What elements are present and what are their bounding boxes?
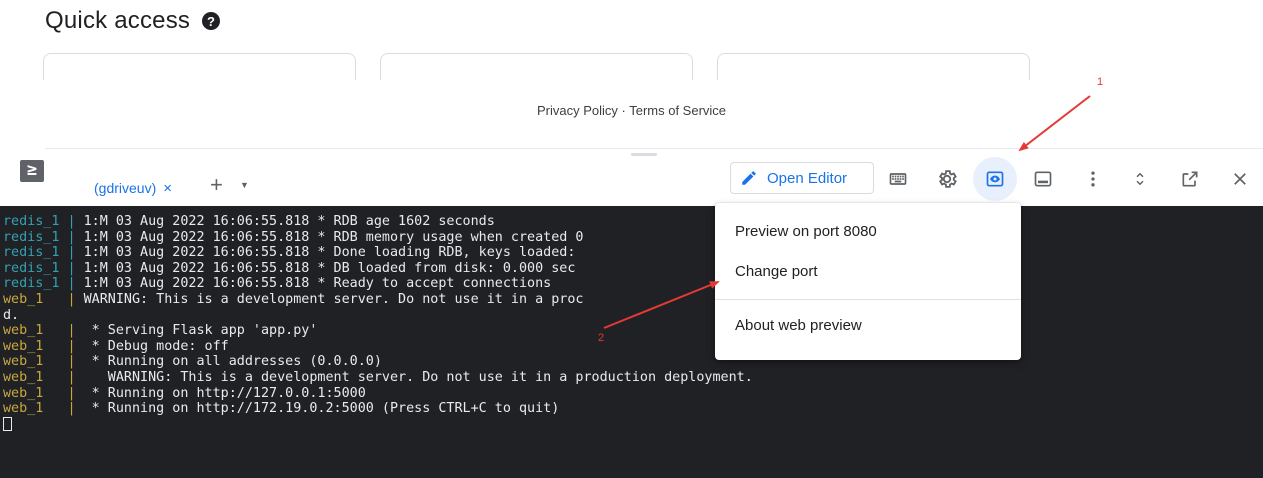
more-vert-icon[interactable] (1076, 162, 1110, 196)
line-separator: | (59, 229, 84, 245)
screen: Quick access ? Privacy Policy · Terms of… (0, 0, 1263, 478)
log-text: 1:M 03 Aug 2022 16:06:55.818 * DB loaded… (83, 260, 576, 276)
web-preview-icon[interactable] (973, 157, 1017, 201)
service-tag: web_1 (3, 401, 44, 417)
page-title-text: Quick access (45, 7, 191, 34)
open-new-window-icon[interactable] (1173, 162, 1207, 196)
cloud-shell-logo-icon: ≥ (20, 160, 44, 182)
panel-divider (45, 148, 1263, 149)
line-separator: | (43, 323, 84, 339)
terminal-line: d. (3, 308, 1263, 324)
terminal-prompt[interactable] (3, 416, 1263, 433)
menu-divider (715, 299, 1021, 300)
log-text: 1:M 03 Aug 2022 16:06:55.818 * RDB age 1… (83, 214, 495, 229)
service-tag: web_1 (3, 338, 44, 354)
terminal-line: redis_1 | 1:M 03 Aug 2022 16:06:55.818 *… (3, 245, 1263, 261)
menu-item-preview-port[interactable]: Preview on port 8080 (715, 211, 1021, 251)
service-tag: web_1 (3, 323, 44, 339)
terminal-line: web_1 | * Debug mode: off (3, 339, 1263, 355)
log-text: * Running on http://172.19.0.2:5000 (Pre… (83, 401, 560, 417)
terminal-line: web_1 | * Running on http://127.0.0.1:50… (3, 386, 1263, 402)
service-tag: redis_1 (3, 260, 60, 276)
service-tag: redis_1 (3, 276, 60, 292)
line-separator: | (43, 385, 84, 401)
help-icon[interactable]: ? (202, 12, 221, 30)
log-text: 1:M 03 Aug 2022 16:06:55.818 * Ready to … (83, 276, 552, 292)
line-separator: | (43, 291, 84, 307)
close-icon[interactable] (1223, 162, 1257, 196)
footer-links[interactable]: Privacy Policy · Terms of Service (0, 103, 1263, 118)
service-tag: redis_1 (3, 214, 60, 229)
log-text: * Running on all addresses (0.0.0.0) (83, 354, 382, 370)
line-separator: | (59, 260, 84, 276)
service-tag: web_1 (3, 385, 44, 401)
open-editor-label: Open Editor (767, 169, 848, 187)
log-text: 1:M 03 Aug 2022 16:06:55.818 * Done load… (83, 245, 584, 261)
page-title: Quick access ? (45, 5, 221, 37)
line-separator: | (43, 354, 84, 370)
service-tag: web_1 (3, 291, 44, 307)
annotation-label-1: 1 (1097, 76, 1104, 88)
terminal-line: web_1 | * Serving Flask app 'app.py' (3, 323, 1263, 339)
tab-close-icon[interactable]: × (163, 180, 172, 197)
pencil-icon (742, 171, 756, 185)
tab-label: (gdriveuv) (94, 180, 157, 196)
expand-collapse-icon[interactable] (1123, 162, 1157, 196)
log-text: * Debug mode: off (83, 338, 229, 354)
service-tag: redis_1 (3, 245, 60, 261)
web-preview-menu: Preview on port 8080 Change port About w… (715, 203, 1021, 360)
annotation-label-2: 2 (598, 332, 605, 344)
terminal-line: web_1 | * Running on http://172.19.0.2:5… (3, 401, 1263, 417)
terminal-line: web_1 | WARNING: This is a development s… (3, 370, 1263, 386)
terminal-line: web_1 | * Running on all addresses (0.0.… (3, 354, 1263, 370)
terminal-line: redis_1 | 1:M 03 Aug 2022 16:06:55.818 *… (3, 214, 1263, 230)
terminal-line: redis_1 | 1:M 03 Aug 2022 16:06:55.818 *… (3, 230, 1263, 246)
tab-menu-chevron-down-icon[interactable]: ▼ (240, 180, 249, 190)
line-separator: | (43, 369, 84, 385)
line-separator: | (43, 401, 84, 417)
keyboard-icon[interactable] (881, 162, 915, 196)
terminal-cursor (3, 416, 12, 431)
terminal-output[interactable]: redis_1 | 1:M 03 Aug 2022 16:06:55.818 *… (0, 206, 1263, 478)
menu-item-change-port[interactable]: Change port (715, 251, 1021, 291)
service-tag: web_1 (3, 369, 44, 385)
line-separator: | (43, 338, 84, 354)
log-text: WARNING: This is a development server. D… (83, 369, 753, 385)
service-tag: web_1 (3, 354, 44, 370)
gear-icon[interactable] (930, 162, 964, 196)
open-editor-button[interactable]: Open Editor (730, 162, 874, 194)
log-text: * Serving Flask app 'app.py' (83, 323, 318, 339)
line-separator: | (59, 245, 84, 261)
log-text: * Running on http://127.0.0.1:5000 (83, 385, 366, 401)
tab-gdriveuv[interactable]: (gdriveuv) × (94, 178, 172, 198)
terminal-line: web_1 | WARNING: This is a development s… (3, 292, 1263, 308)
service-tag: redis_1 (3, 229, 60, 245)
panel-resize-handle[interactable] (631, 153, 657, 156)
line-separator: | (59, 276, 84, 292)
menu-item-about-web-preview[interactable]: About web preview (715, 305, 1021, 345)
minimize-panel-icon[interactable] (1026, 162, 1060, 196)
terminal-line: redis_1 | 1:M 03 Aug 2022 16:06:55.818 *… (3, 261, 1263, 277)
log-text: d. (3, 307, 20, 323)
terminal-line: redis_1 | 1:M 03 Aug 2022 16:06:55.818 *… (3, 276, 1263, 292)
line-separator: | (59, 214, 84, 229)
log-text: 1:M 03 Aug 2022 16:06:55.818 * RDB memor… (83, 229, 584, 245)
add-tab-icon[interactable]: + (210, 173, 223, 197)
